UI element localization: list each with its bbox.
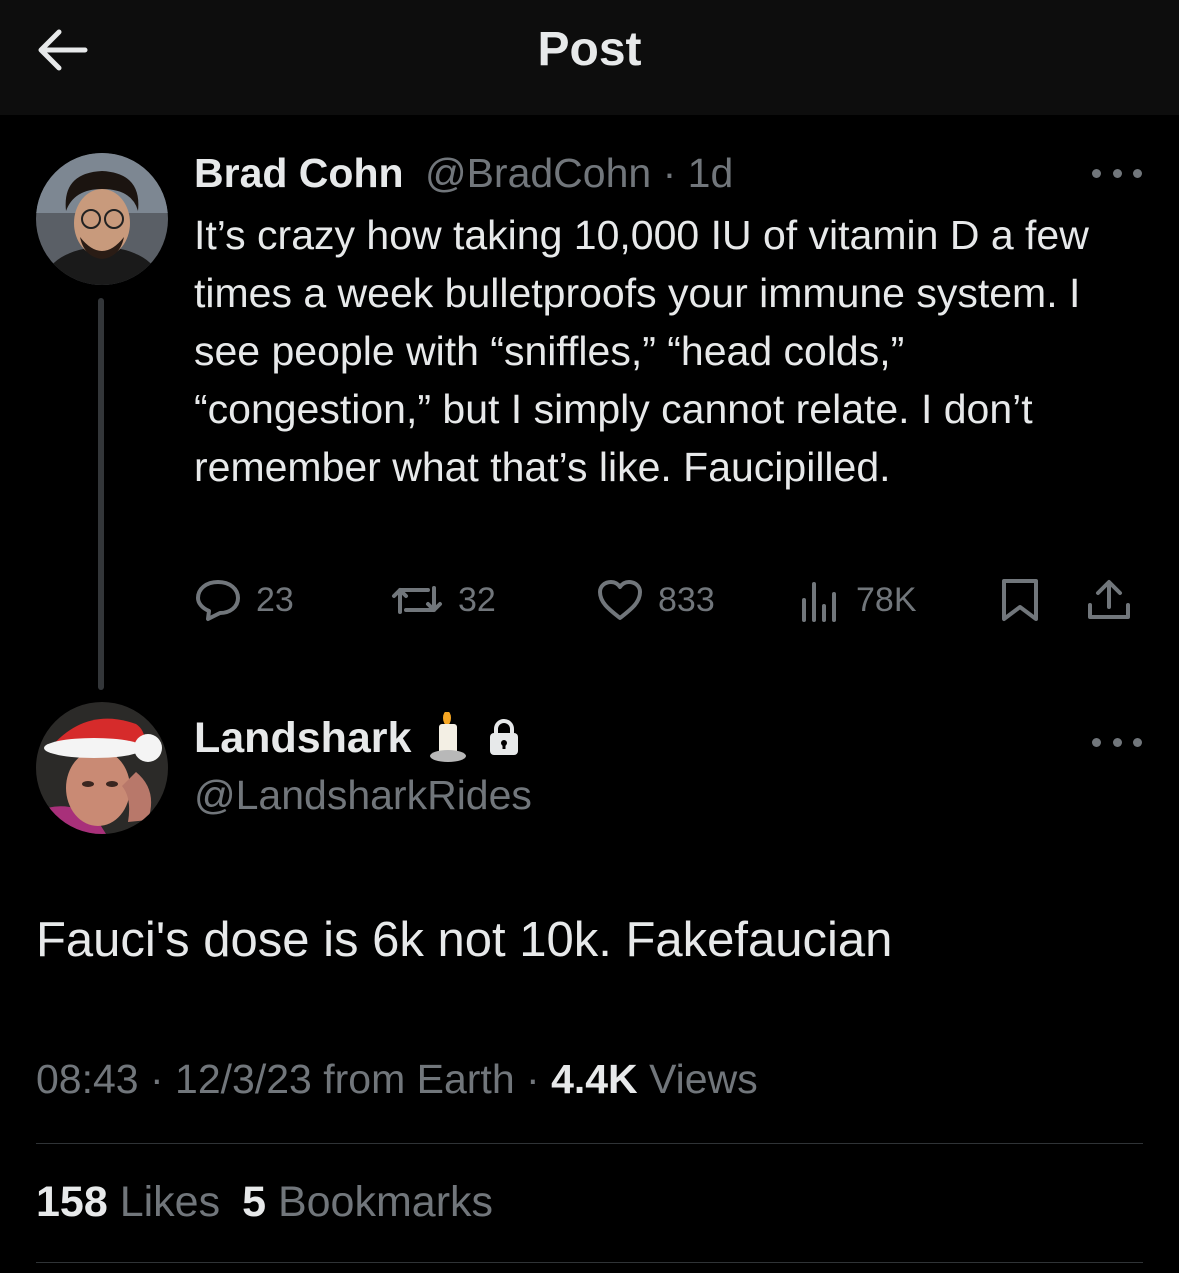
author-name[interactable]: Brad Cohn <box>194 150 404 196</box>
post-header: Brad Cohn @BradCohn · 1d <box>194 150 733 197</box>
reply-more-options-button[interactable] <box>1092 732 1142 752</box>
more-dot <box>1112 737 1122 747</box>
reply-header: Landshark <box>194 712 521 764</box>
likes-count: 158 <box>36 1178 108 1226</box>
bookmarks-stat[interactable]: 5 Bookmarks <box>242 1178 493 1226</box>
like-button[interactable]: 833 <box>596 572 715 628</box>
candle-icon <box>430 712 467 762</box>
post-date: 12/3/23 from Earth <box>175 1056 515 1102</box>
page-title: Post <box>537 23 642 76</box>
avatar[interactable] <box>36 153 168 285</box>
avatar-brad-cohn <box>36 153 168 285</box>
share-icon <box>1088 580 1130 619</box>
bookmark-button[interactable] <box>1000 572 1040 628</box>
views-button[interactable]: 78K <box>798 572 917 628</box>
reply-text: Fauci's dose is 6k not 10k. Fakefaucian <box>36 913 893 967</box>
tweet-text: It’s crazy how taking 10,000 IU of vitam… <box>194 212 1089 490</box>
separator: · <box>651 150 688 196</box>
reply-button[interactable]: 23 <box>194 572 294 628</box>
more-dot <box>1133 737 1142 747</box>
avatar[interactable] <box>36 702 168 834</box>
separator: · <box>138 1056 176 1102</box>
more-dot <box>1133 168 1142 178</box>
separator: · <box>514 1056 552 1102</box>
action-bar: 23 32 833 78K <box>194 572 1144 632</box>
post-time[interactable]: 1d <box>688 150 734 196</box>
reply-author-handle[interactable]: @LandsharkRides <box>194 772 532 819</box>
author-handle[interactable]: @BradCohn <box>425 150 651 196</box>
repost-count: 32 <box>458 580 496 619</box>
post-meta: 08:43 · 12/3/23 from Earth · 4.4K Views <box>36 1056 758 1103</box>
likes-stat[interactable]: 158 Likes <box>36 1178 220 1226</box>
repost-icon <box>392 586 442 614</box>
more-icon <box>1092 168 1101 178</box>
thread-line <box>98 298 104 690</box>
heart-icon <box>598 580 642 620</box>
like-count: 833 <box>658 580 715 619</box>
views-count: 78K <box>856 580 917 619</box>
more-dot <box>1112 168 1122 178</box>
reply-count: 23 <box>256 580 294 619</box>
divider <box>36 1262 1143 1263</box>
views-label: Views <box>637 1056 758 1102</box>
share-button[interactable] <box>1086 572 1132 628</box>
likes-label: Likes <box>107 1178 221 1226</box>
bookmarks-label: Bookmarks <box>266 1178 494 1226</box>
engagement-stats: 158 Likes 5 Bookmarks <box>36 1178 515 1227</box>
bookmark-icon <box>1002 579 1038 621</box>
views-count[interactable]: 4.4K <box>551 1056 638 1102</box>
post-time: 08:43 <box>36 1056 139 1102</box>
lock-icon <box>490 719 519 755</box>
more-icon <box>1092 737 1101 747</box>
repost-button[interactable]: 32 <box>390 572 496 628</box>
views-icon <box>802 582 836 622</box>
more-options-button[interactable] <box>1092 163 1142 183</box>
avatar-landshark <box>36 702 168 834</box>
reply-author-name[interactable]: Landshark <box>194 714 411 763</box>
divider <box>36 1143 1143 1144</box>
bookmarks-count: 5 <box>242 1178 267 1226</box>
top-bar: Post <box>0 0 1179 115</box>
reply-icon <box>196 580 240 621</box>
